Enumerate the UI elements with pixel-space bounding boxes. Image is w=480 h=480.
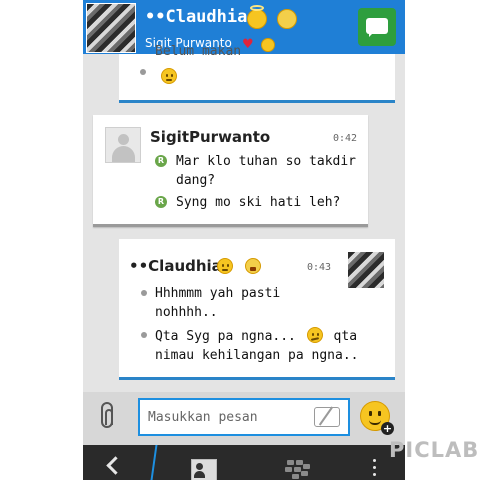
bbm-chat-screen: ••Claudhia Sigit Purwanto ♥ Belum makan … <box>83 0 405 480</box>
contact-name[interactable]: ••Claudhia <box>145 7 247 27</box>
heart-icon: ♥ <box>242 37 254 52</box>
smile-emoji-icon <box>261 38 275 52</box>
sender-avatar[interactable] <box>348 252 384 288</box>
message-time: 0:42 <box>333 133 358 144</box>
sender-name: ••Claudhia <box>129 257 222 275</box>
bullet-dot <box>141 290 147 296</box>
bullet-dot <box>141 332 147 338</box>
emoji-face-icon <box>161 68 177 84</box>
contact-profile-icon[interactable] <box>191 459 217 480</box>
embarrassed-face-icon <box>306 327 323 343</box>
angel-emoji-icon <box>247 5 267 29</box>
back-chevron-icon[interactable] <box>106 456 125 475</box>
piclab-watermark: PICLAB <box>389 438 480 462</box>
message-text: Mar klo tuhan so takdir dang? <box>176 154 357 188</box>
sender-avatar-placeholder[interactable] <box>105 127 141 163</box>
chat-header: ••Claudhia Sigit Purwanto ♥ <box>83 0 405 54</box>
laughing-emoji-icon <box>245 258 261 274</box>
paperclip-attach-icon[interactable] <box>101 402 113 428</box>
message-composer: + <box>83 392 405 445</box>
bottom-action-bar <box>83 445 405 480</box>
tab-divider <box>150 445 158 480</box>
voice-note-icon[interactable] <box>314 406 340 427</box>
message-input[interactable] <box>148 406 308 428</box>
message-time: 0:43 <box>307 262 332 273</box>
message-text: Qta Syg pa ngna... qta nimau kehilangan … <box>155 327 370 365</box>
message-input-field[interactable] <box>138 398 350 436</box>
start-chat-button[interactable] <box>358 8 396 46</box>
message-card-outgoing[interactable]: ••Claudhia 0:43 Hhhmmm yah pasti nohhhh.… <box>119 239 395 380</box>
emoticon-picker-button[interactable]: + <box>360 401 394 435</box>
sender-name: SigitPurwanto <box>150 128 271 146</box>
plus-icon: + <box>381 422 394 435</box>
message-text-part: Qta Syg pa ngna... <box>155 329 296 344</box>
overflow-menu-icon[interactable] <box>373 459 377 480</box>
message-text: Hhhmmm yah pasti nohhhh.. <box>155 286 281 320</box>
read-receipt-icon: R <box>155 155 167 167</box>
smile-emoji-icon <box>217 258 233 274</box>
message-text-cut: Belum makan <box>155 44 242 59</box>
message-card-outgoing-partial[interactable]: Belum makan <box>119 44 395 103</box>
bbm-logo-icon[interactable] <box>283 460 310 480</box>
message-card-incoming[interactable]: SigitPurwanto 0:42 R Mar klo tuhan so ta… <box>93 115 368 227</box>
laughing-emoji-icon <box>277 9 297 29</box>
read-receipt-icon: R <box>155 196 167 208</box>
contact-avatar[interactable] <box>86 3 136 53</box>
bullet-dot <box>140 69 146 75</box>
message-text: Syng mo ski hati leh? <box>176 195 341 210</box>
